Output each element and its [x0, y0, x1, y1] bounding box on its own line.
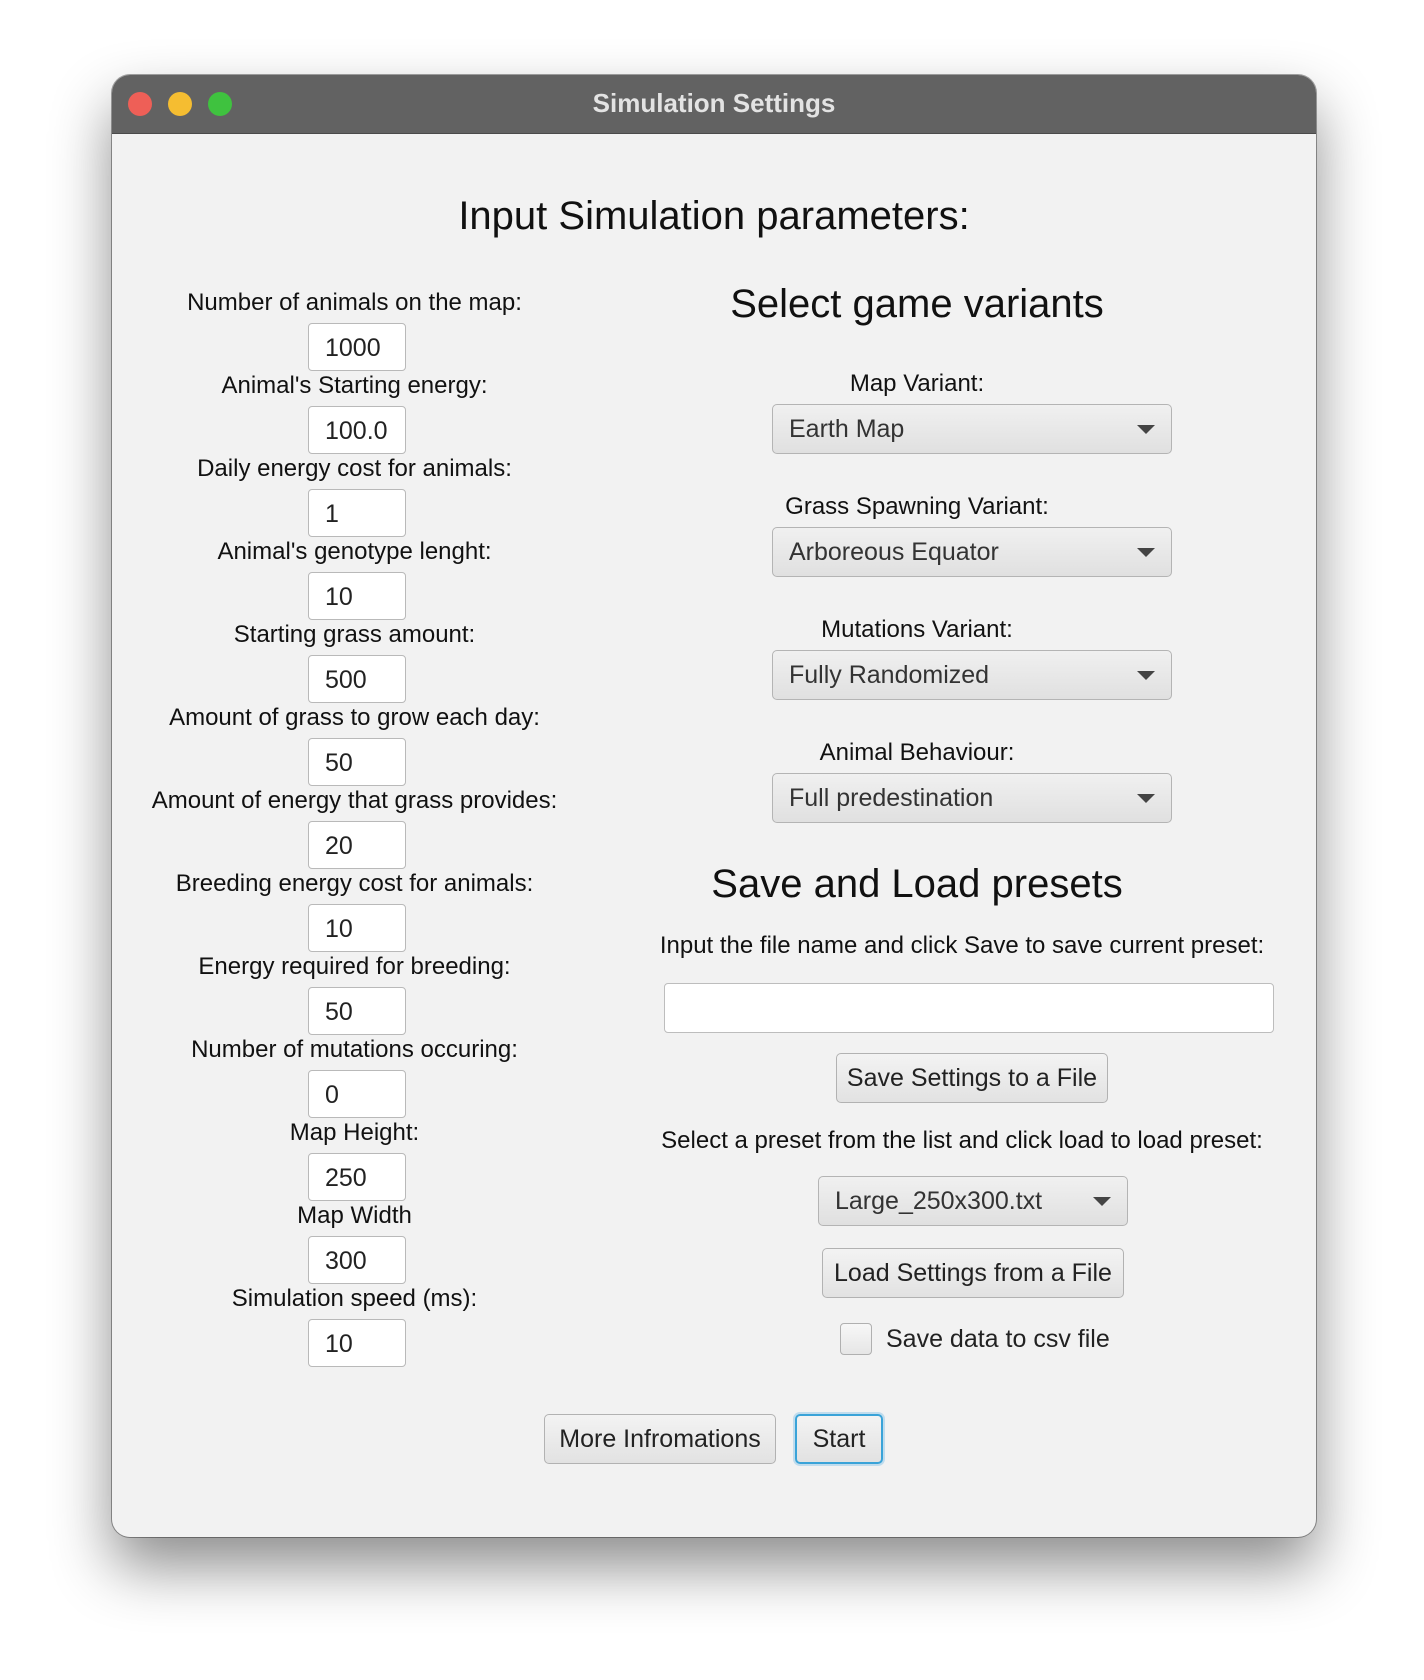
- presets-heading: Save and Load presets: [711, 862, 1123, 906]
- preset-select[interactable]: Large_250x300.txt: [818, 1176, 1128, 1226]
- param-label-map-width: Map Width: [297, 1202, 412, 1229]
- genotype-length-input[interactable]: 10: [308, 572, 406, 620]
- chevron-down-icon: [1137, 794, 1155, 803]
- save-instruction: Input the file name and click Save to sa…: [659, 932, 1265, 959]
- mutation-variant-value: Fully Randomized: [789, 661, 990, 689]
- mutations-count-input[interactable]: 0: [308, 1070, 406, 1118]
- grass-variant-label: Grass Spawning Variant:: [785, 493, 1049, 520]
- map-width-input[interactable]: 300: [308, 1236, 406, 1284]
- param-label-mutations: Number of mutations occuring:: [191, 1036, 518, 1063]
- breeding-cost-input[interactable]: 10: [308, 904, 406, 952]
- param-label-grass-growth: Amount of grass to grow each day:: [169, 704, 540, 731]
- csv-checkbox[interactable]: [840, 1323, 872, 1355]
- starting-energy-input[interactable]: 100.0: [308, 406, 406, 454]
- map-variant-value: Earth Map: [789, 415, 905, 443]
- param-label-starting-energy: Animal's Starting energy:: [221, 372, 488, 399]
- param-label-daily-energy: Daily energy cost for animals:: [197, 455, 512, 482]
- map-variant-label: Map Variant:: [849, 370, 985, 397]
- map-height-input[interactable]: 250: [308, 1153, 406, 1201]
- window-title: Simulation Settings: [592, 88, 836, 118]
- map-variant-select[interactable]: Earth Map: [772, 404, 1172, 454]
- grass-growth-input[interactable]: 50: [308, 738, 406, 786]
- grass-variant-value: Arboreous Equator: [789, 538, 999, 566]
- chevron-down-icon: [1137, 425, 1155, 434]
- param-label-genotype: Animal's genotype lenght:: [217, 538, 492, 565]
- simulation-speed-input[interactable]: 10: [308, 1319, 406, 1367]
- param-label-starting-grass: Starting grass amount:: [233, 621, 476, 648]
- preset-filename-input[interactable]: [664, 983, 1274, 1033]
- param-label-map-height: Map Height:: [289, 1119, 420, 1146]
- mutation-variant-select[interactable]: Fully Randomized: [772, 650, 1172, 700]
- settings-window: Simulation Settings Input Simulation par…: [112, 75, 1316, 1537]
- daily-energy-cost-input[interactable]: 1: [308, 489, 406, 537]
- parameters-column: Number of animals on the map: 1000 Anima…: [112, 134, 597, 1537]
- load-settings-button[interactable]: Load Settings from a File: [822, 1248, 1124, 1298]
- param-label-breeding-required: Energy required for breeding:: [198, 953, 511, 980]
- animals-count-input[interactable]: 1000: [308, 323, 406, 371]
- chevron-down-icon: [1093, 1197, 1111, 1206]
- save-settings-button[interactable]: Save Settings to a File: [836, 1053, 1108, 1103]
- behaviour-variant-select[interactable]: Full predestination: [772, 773, 1172, 823]
- starting-grass-input[interactable]: 500: [308, 655, 406, 703]
- chevron-down-icon: [1137, 671, 1155, 680]
- grass-variant-select[interactable]: Arboreous Equator: [772, 527, 1172, 577]
- param-label-grass-energy: Amount of energy that grass provides:: [151, 787, 558, 814]
- param-label-breeding-cost: Breeding energy cost for animals:: [175, 870, 534, 897]
- chevron-down-icon: [1137, 548, 1155, 557]
- title-bar[interactable]: Simulation Settings: [112, 75, 1316, 134]
- csv-checkbox-label[interactable]: Save data to csv file: [886, 1325, 1110, 1354]
- more-info-button[interactable]: More Infromations: [544, 1414, 776, 1464]
- variants-heading: Select game variants: [730, 282, 1104, 326]
- behaviour-variant-value: Full predestination: [789, 784, 994, 812]
- load-instruction: Select a preset from the list and click …: [661, 1127, 1263, 1154]
- mutation-variant-label: Mutations Variant:: [821, 616, 1013, 643]
- param-label-sim-speed: Simulation speed (ms):: [231, 1285, 478, 1312]
- content-area: Input Simulation parameters: Number of a…: [112, 134, 1316, 1537]
- param-label-animals: Number of animals on the map:: [187, 289, 522, 316]
- preset-select-value: Large_250x300.txt: [835, 1187, 1043, 1215]
- breeding-required-input[interactable]: 50: [308, 987, 406, 1035]
- start-button[interactable]: Start: [795, 1414, 883, 1464]
- behaviour-variant-label: Animal Behaviour:: [819, 739, 1015, 766]
- grass-energy-input[interactable]: 20: [308, 821, 406, 869]
